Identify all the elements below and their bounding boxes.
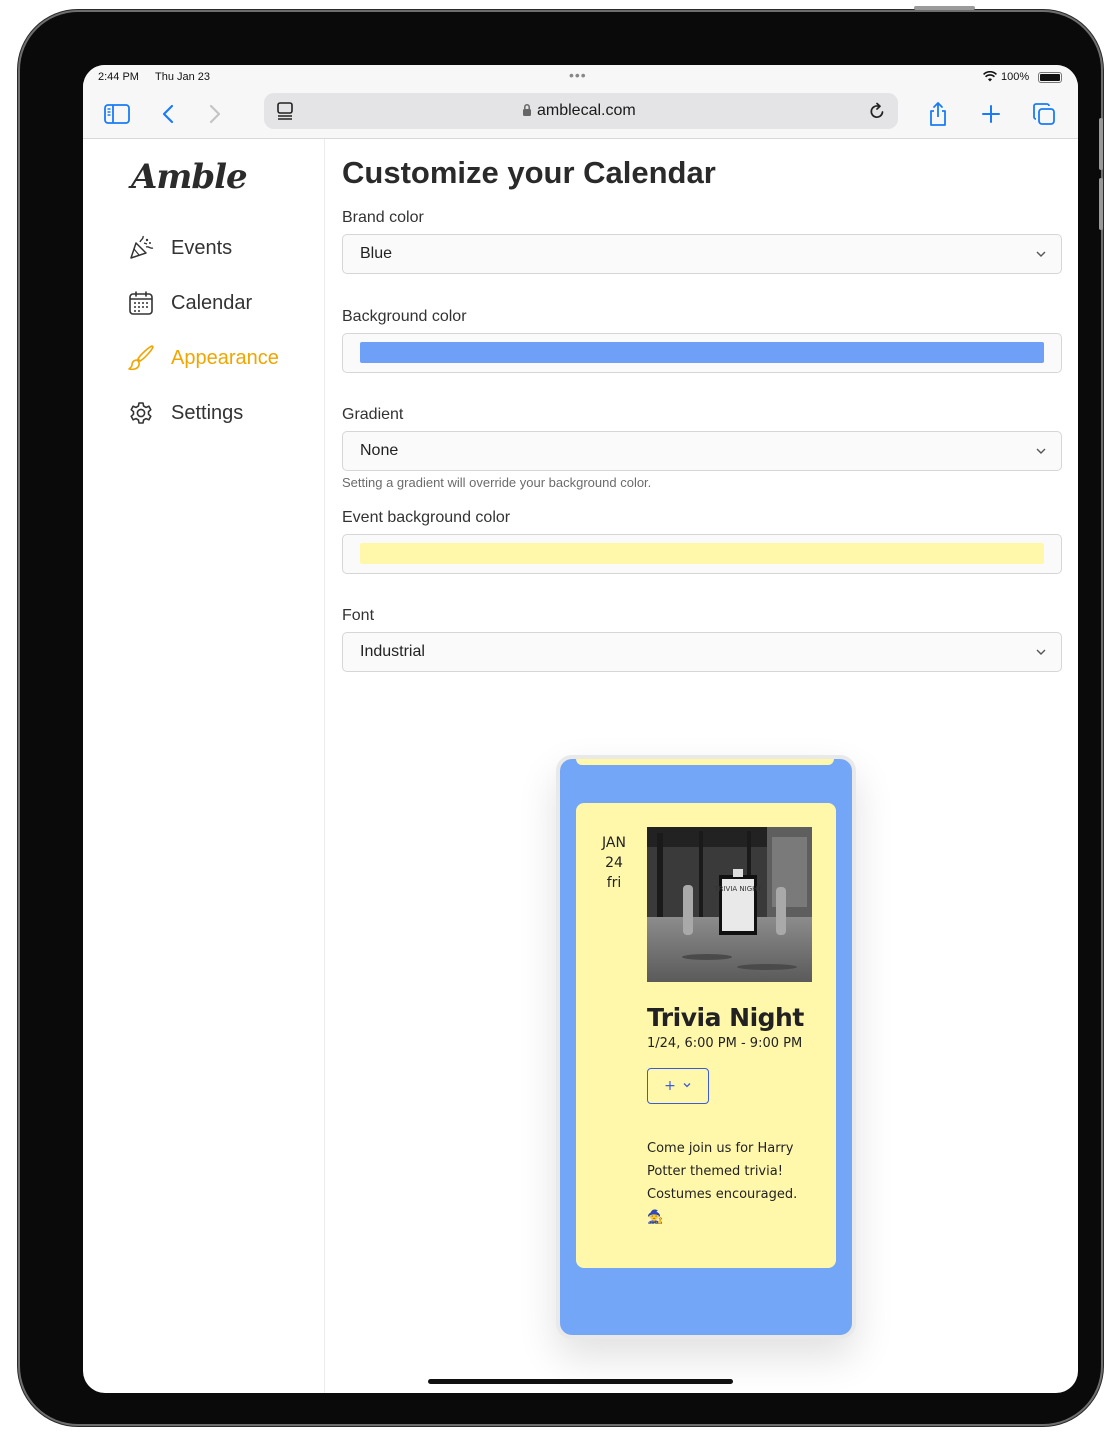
chevron-down-icon (1035, 247, 1047, 265)
event-description: Come join us for Harry Potter themed tri… (647, 1141, 798, 1225)
gradient-select[interactable]: None (342, 431, 1062, 471)
chevron-down-icon (1035, 645, 1047, 663)
chevron-down-icon (682, 1078, 692, 1094)
calendar-preview: JAN 24 fri TRIVIA NIGHT Trivia Night 1/2… (556, 755, 856, 1339)
sidebar: Amble Events Calendar Appearance Setting… (83, 139, 325, 1393)
event-time: 1/24, 6:00 PM - 9:00 PM (647, 1036, 803, 1051)
page-title: Customize your Calendar (342, 155, 716, 190)
share-icon[interactable] (923, 99, 953, 129)
sidebar-item-settings[interactable]: Settings (127, 396, 243, 430)
top-button (914, 6, 975, 10)
add-to-calendar-button[interactable]: + (647, 1068, 709, 1104)
sidebar-item-events[interactable]: Events (127, 231, 232, 265)
chevron-down-icon (1035, 444, 1047, 462)
background-color-swatch (360, 342, 1044, 363)
brand-color-label: Brand color (342, 209, 424, 226)
wifi-icon (983, 70, 997, 85)
status-date: Thu Jan 23 (155, 71, 211, 83)
screen: 2:44 PM Thu Jan 23 ••• 100% amblecal.com… (83, 65, 1078, 1393)
party-popper-icon (127, 234, 155, 262)
amble-logo[interactable]: Amble (131, 157, 248, 197)
event-weekday: fri (606, 875, 622, 891)
background-color-picker[interactable] (342, 333, 1062, 373)
status-bar: 2:44 PM Thu Jan 23 ••• 100% (83, 65, 1078, 91)
calendar-icon (127, 289, 155, 317)
gradient-value: None (360, 442, 399, 459)
preview-top-strip (576, 759, 834, 765)
volume-up-button (1099, 118, 1103, 170)
browser-toolbar: amblecal.com (83, 91, 1078, 139)
sidebar-toggle-icon[interactable] (102, 99, 132, 129)
volume-down-button (1099, 178, 1103, 230)
event-background-color-label: Event background color (342, 509, 511, 526)
font-select[interactable]: Industrial (342, 632, 1062, 672)
brand-color-select[interactable]: Blue (342, 234, 1062, 274)
add-button-label: + (664, 1078, 676, 1094)
event-day: 24 (605, 855, 623, 871)
event-background-color-picker[interactable] (342, 534, 1062, 574)
battery-icon (1038, 72, 1062, 83)
sidebar-item-appearance[interactable]: Appearance (127, 341, 279, 375)
paintbrush-icon (127, 344, 155, 372)
status-time: 2:44 PM (98, 71, 139, 83)
sidebar-item-label: Settings (171, 401, 244, 424)
multitasking-dots[interactable]: ••• (569, 67, 587, 83)
sidebar-item-calendar[interactable]: Calendar (127, 286, 252, 320)
event-month: JAN (602, 835, 626, 851)
sidebar-item-label: Calendar (171, 291, 253, 314)
background-color-label: Background color (342, 308, 467, 325)
ipad-frame: 2:44 PM Thu Jan 23 ••• 100% amblecal.com… (20, 12, 1101, 1424)
sidebar-item-label: Events (171, 236, 233, 259)
event-title: Trivia Night (647, 1003, 804, 1032)
back-icon[interactable] (153, 99, 183, 129)
gradient-hint: Setting a gradient will override your ba… (342, 475, 652, 490)
url-text: amblecal.com (537, 102, 636, 119)
address-bar[interactable]: amblecal.com (264, 93, 898, 129)
brand-color-value: Blue (360, 245, 393, 262)
tabs-overview-icon[interactable] (1029, 99, 1059, 129)
gear-icon (127, 399, 155, 427)
page-menu-icon[interactable] (276, 101, 294, 126)
event-photo: TRIVIA NIGHT (647, 827, 812, 982)
font-value: Industrial (360, 643, 425, 660)
lock-icon (522, 103, 532, 122)
event-background-color-swatch (360, 543, 1044, 564)
battery-percent: 100% (1001, 71, 1030, 83)
event-card[interactable]: JAN 24 fri TRIVIA NIGHT Trivia Night 1/2… (576, 803, 836, 1268)
sidebar-item-label: Appearance (171, 346, 279, 369)
new-tab-icon[interactable] (976, 99, 1006, 129)
font-label: Font (342, 607, 375, 624)
gradient-label: Gradient (342, 406, 404, 423)
forward-icon[interactable] (200, 99, 230, 129)
photo-sign-text: TRIVIA NIGHT (713, 885, 762, 893)
reload-icon[interactable] (868, 101, 886, 126)
event-date: JAN 24 fri (590, 833, 638, 893)
home-indicator (428, 1379, 733, 1384)
